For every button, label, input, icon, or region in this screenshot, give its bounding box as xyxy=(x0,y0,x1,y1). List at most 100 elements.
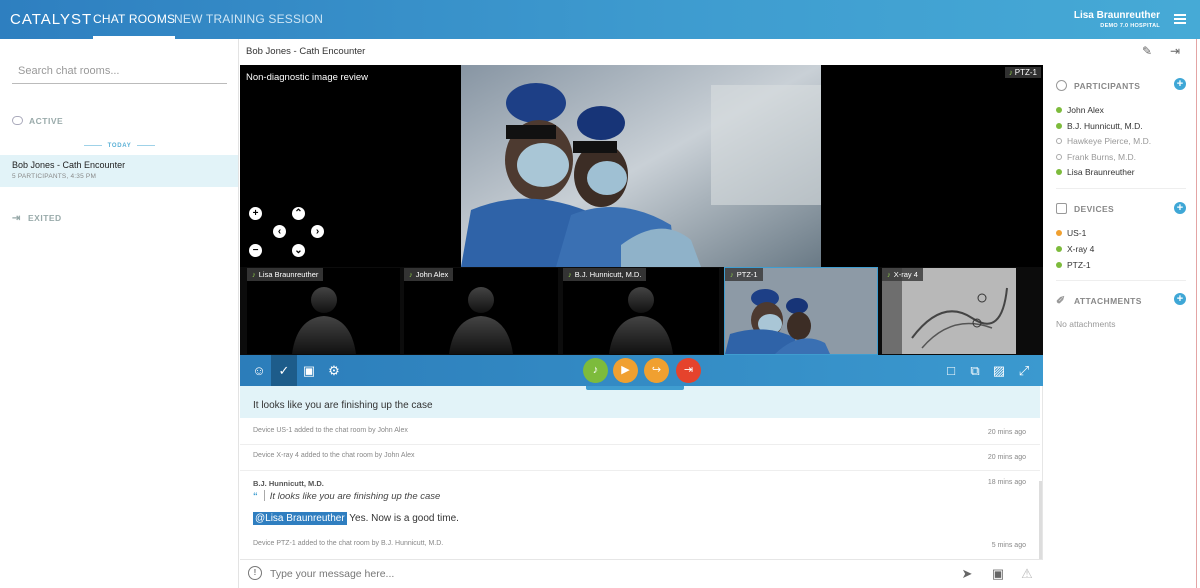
hamburger-menu-icon[interactable] xyxy=(1174,14,1186,24)
participants-header: PARTICIPANTS xyxy=(1056,80,1140,91)
quote-text: It looks like you are finishing up the c… xyxy=(269,491,441,502)
participant-item[interactable]: Hawkeye Pierce, M.D. xyxy=(1056,136,1151,146)
chat-room-header-actions: ✎ ⇥ xyxy=(1140,44,1188,60)
chat-bubble-icon xyxy=(12,116,23,125)
thumbnail-name: B.J. Hunnicutt, M.D. xyxy=(574,270,642,279)
participant-check-icon[interactable]: ✓ xyxy=(271,355,297,386)
layout-windows-icon[interactable]: ⧉ xyxy=(964,360,986,382)
status-dot xyxy=(1056,123,1062,129)
thumbnail-tile[interactable]: ♪ John Alex xyxy=(404,268,558,354)
video-button[interactable]: ▶ xyxy=(613,358,638,383)
zoom-in-icon[interactable]: + xyxy=(249,207,262,220)
divider xyxy=(1056,188,1186,189)
fullscreen-icon[interactable]: ⤢ xyxy=(1013,360,1035,382)
participant-item[interactable]: Lisa Braunreuther xyxy=(1056,167,1135,177)
devices-header: DEVICES xyxy=(1056,203,1114,214)
device-item[interactable]: PTZ-1 xyxy=(1056,260,1091,270)
active-section-header[interactable]: ACTIVE xyxy=(12,116,63,126)
notes-icon[interactable]: □ xyxy=(940,360,962,382)
message-input-bar: ! ➤ ▣ ⚠ xyxy=(240,559,1043,588)
participant-item[interactable]: B.J. Hunnicutt, M.D. xyxy=(1056,121,1143,131)
leave-room-icon[interactable]: ⇥ xyxy=(1168,44,1182,58)
tab-chat-rooms[interactable]: CHAT ROOMS xyxy=(93,0,176,39)
device-name: PTZ-1 xyxy=(1067,260,1091,270)
mic-icon: ♪ xyxy=(568,270,572,279)
message-time: 18 mins ago xyxy=(987,479,1026,486)
message-input[interactable] xyxy=(270,566,920,582)
exited-section-header[interactable]: ⇥ EXITED xyxy=(12,213,62,224)
participant-item[interactable]: John Alex xyxy=(1056,105,1104,115)
highlighted-message[interactable]: It looks like you are finishing up the c… xyxy=(240,386,1040,418)
feed-scrollbar[interactable] xyxy=(1039,481,1042,559)
attachment-icon[interactable]: ⚠ xyxy=(1018,565,1036,583)
message-time: 20 mins ago xyxy=(987,429,1026,436)
profile-card-icon[interactable]: ▨ xyxy=(988,360,1010,382)
thumbnail-name: X-ray 4 xyxy=(893,270,918,279)
participant-name: Hawkeye Pierce, M.D. xyxy=(1067,136,1152,146)
reply-text: Yes. Now is a good time. xyxy=(346,513,459,524)
ptz-camera-controls: + − ⌃ ‹ › ⌄ xyxy=(246,205,326,259)
pan-down-icon[interactable]: ⌄ xyxy=(292,244,305,257)
main-video-view[interactable]: Non-diagnostic image review ♪ PTZ-1 + − ⌃… xyxy=(240,65,1043,267)
system-message: Device X-ray 4 added to the chat room by… xyxy=(253,452,415,459)
share-icon: ↪ xyxy=(651,364,662,376)
status-dot xyxy=(1056,246,1062,252)
status-dot xyxy=(1056,169,1062,175)
add-participant-button[interactable]: + xyxy=(1174,78,1186,90)
video-title: Non-diagnostic image review xyxy=(246,72,368,83)
chat-bubble-icon[interactable]: ! xyxy=(248,566,262,580)
exit-arrow-icon: ⇥ xyxy=(12,213,21,224)
user-name: Lisa Braunreuther xyxy=(1073,10,1160,21)
microphone-button[interactable]: ♪ xyxy=(583,358,608,383)
quoted-message: “ It looks like you are finishing up the … xyxy=(253,490,440,502)
pan-up-icon[interactable]: ⌃ xyxy=(292,207,305,220)
device-name: X-ray 4 xyxy=(1067,244,1095,254)
no-attachments-text: No attachments xyxy=(1056,319,1116,329)
thumbnail-tile-selected[interactable]: ♪ PTZ-1 xyxy=(724,267,878,355)
microphone-icon: ♪ xyxy=(592,364,599,376)
chat-feed: It looks like you are finishing up the c… xyxy=(240,386,1043,559)
participant-thumbnails: ♪ Lisa Braunreuther ♪ John Alex ♪ B.J. Hunn… xyxy=(240,267,1043,355)
pan-right-icon[interactable]: › xyxy=(311,225,324,238)
call-control-bar: ☺ ✓ ▣ ⚙ ♪ ▶ ↪ ⇥ □ ⧉ ▨ ⤢ xyxy=(240,355,1043,386)
app: CATALYST CHAT ROOMS NEW TRAINING SESSION… xyxy=(0,0,1200,588)
camera-icon[interactable]: ▣ xyxy=(989,565,1007,583)
quote-bar xyxy=(263,490,265,501)
camera-icon[interactable]: ▣ xyxy=(298,360,320,382)
chat-room-subtitle: 5 PARTICIPANTS, 4:35 PM xyxy=(12,173,97,180)
surgeons-scene xyxy=(461,65,821,267)
thumbnail-tile[interactable]: ♪ Lisa Braunreuther xyxy=(247,268,400,354)
mic-icon: ♪ xyxy=(1008,68,1013,77)
participants-label: PARTICIPANTS xyxy=(1074,81,1141,91)
search-chat-rooms-input[interactable] xyxy=(12,59,227,84)
pan-left-icon[interactable]: ‹ xyxy=(273,225,286,238)
thumbnail-name: Lisa Braunreuther xyxy=(258,270,319,279)
edit-pencil-icon[interactable]: ✎ xyxy=(1140,44,1154,58)
send-icon[interactable]: ➤ xyxy=(958,565,976,583)
user-info[interactable]: Lisa Braunreuther DEMO 7.0 HOSPITAL xyxy=(1074,10,1160,29)
participant-item[interactable]: Frank Burns, M.D. xyxy=(1056,152,1136,162)
thumbnail-tile[interactable]: ♪ X-ray 4 xyxy=(882,268,1016,354)
catalyst-logo[interactable]: CATALYST xyxy=(10,11,92,28)
add-participant-icon[interactable]: ☺ xyxy=(248,360,270,382)
tab-new-training-session[interactable]: NEW TRAINING SESSION xyxy=(174,0,323,39)
zoom-out-icon[interactable]: − xyxy=(249,244,262,257)
device-item[interactable]: US-1 xyxy=(1056,228,1086,238)
add-device-button[interactable]: + xyxy=(1174,202,1186,214)
thumbnail-label: ♪ B.J. Hunnicutt, M.D. xyxy=(563,268,647,281)
chat-room-item[interactable]: Bob Jones - Cath Encounter 5 PARTICIPANT… xyxy=(0,155,238,187)
share-screen-button[interactable]: ↪ xyxy=(644,358,669,383)
device-item[interactable]: X-ray 4 xyxy=(1056,244,1094,254)
mention-tag[interactable]: @Lisa Braunreuther xyxy=(253,512,347,525)
settings-gear-icon[interactable]: ⚙ xyxy=(323,360,345,382)
status-dot xyxy=(1056,154,1062,160)
thumbnail-tile[interactable]: ♪ B.J. Hunnicutt, M.D. xyxy=(563,268,719,354)
top-header: CATALYST CHAT ROOMS NEW TRAINING SESSION… xyxy=(0,0,1200,39)
thumbnail-label: ♪ X-ray 4 xyxy=(882,268,923,281)
system-message: Device US-1 added to the chat room by Jo… xyxy=(253,427,408,434)
mention-chip-cut xyxy=(586,386,684,390)
exited-label: EXITED xyxy=(28,213,62,223)
leave-call-button[interactable]: ⇥ xyxy=(676,358,701,383)
message-sender: B.J. Hunnicutt, M.D. xyxy=(253,479,324,488)
add-attachment-button[interactable]: + xyxy=(1174,293,1186,305)
